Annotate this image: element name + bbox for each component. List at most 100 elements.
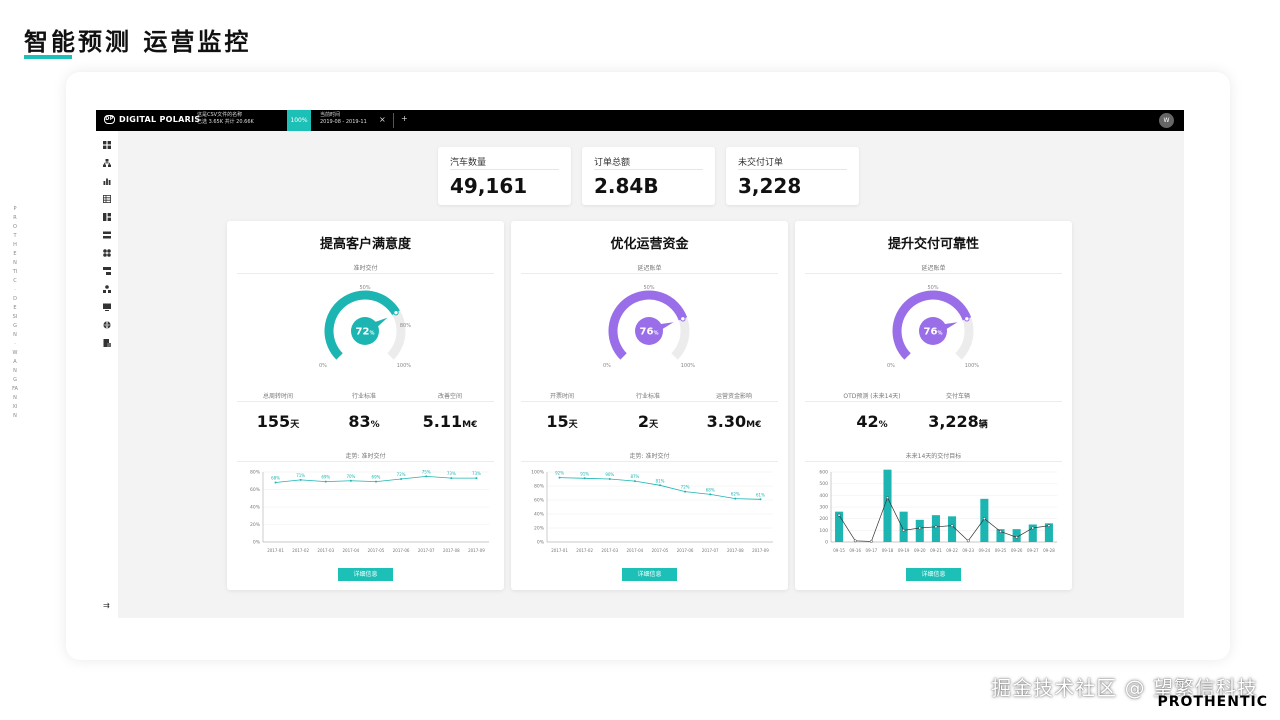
org-icon[interactable] [103,285,111,293]
metric: 总周转时间 155天 [235,391,321,431]
data-label: 73% [472,471,481,476]
process-map-icon[interactable] [103,159,111,167]
divider [521,273,778,274]
flow-icon[interactable] [103,267,111,275]
data-point [633,480,636,483]
metric: 运营资金影响 3.30M€ [691,391,777,431]
metric-number: 155 [256,412,291,431]
x-tick-label: 2017-09 [752,548,769,553]
x-tick-label: 09-26 [1011,548,1023,553]
metric-label: 运营资金影响 [715,393,752,400]
chart-label: 走势: 准时交付 [345,453,386,460]
tab-csv-file[interactable]: 这是CSV文件的名称 已选 3.65K 共计 20.66K [197,112,287,129]
card-customer-satisfaction: 提高客户满意度 准时交付 72% 50% 80% 0% 100% 总周转时间 155天 行业标准 8… [227,221,504,590]
brand-name: DIGITAL POLARIS [119,115,201,124]
x-tick-label: 09-22 [946,548,958,553]
bar [915,519,924,542]
data-label: 70% [346,474,355,479]
report-icon[interactable] [103,339,111,347]
monitor-icon[interactable] [103,303,111,311]
metric-label: OTD预测 (未来14天) [843,393,901,400]
data-label: 87% [630,474,639,479]
x-tick-label: 2017-03 [601,548,618,553]
x-tick-label: 2017-01 [267,548,284,553]
metric-label: 开票时间 [549,393,574,400]
grid-icon[interactable] [103,213,111,221]
close-tab-icon[interactable]: × [379,115,386,124]
details-button[interactable]: 详细信息 [622,568,677,581]
target-point [886,496,889,500]
gauge-knob [964,316,970,322]
y-tick-label: 20% [250,522,261,528]
globe-icon[interactable] [103,321,111,329]
kpi-label: 订单总额 [594,158,631,168]
target-point [1015,535,1019,539]
data-point [349,479,352,482]
divider [521,461,778,462]
kpi-divider [594,169,703,170]
gauge-tick-label: 0% [887,363,895,369]
x-tick-label: 09-25 [995,548,1007,553]
y-tick-label: 60% [534,498,545,504]
data-label: 62% [731,492,740,497]
data-label: 73% [447,471,456,476]
x-tick-label: 09-18 [882,548,894,553]
y-tick-label: 80% [250,470,261,476]
side-vertical-text: PROTHENTIC · DESIGN · WANGFANXIN [12,206,18,419]
data-point [324,480,327,483]
y-tick-label: 400 [819,493,828,499]
target-point [1047,524,1051,528]
brand[interactable]: DP DIGITAL POLARIS [104,115,200,124]
bar [948,516,957,542]
metric-value: 3,228辆 [915,412,1001,431]
gauge-label: 延迟账单 [921,265,946,272]
slide-title: 智能预测 运营监控 [24,28,252,56]
list-icon[interactable] [103,231,111,239]
y-tick-label: 200 [819,516,828,522]
x-tick-label: 09-19 [898,548,910,553]
cluster-icon[interactable] [103,249,111,257]
divider [805,461,1062,462]
tab-time-range[interactable]: 当前时间 2019-08 - 2019-11 [320,112,380,129]
data-point [709,493,712,496]
tab-divider [393,113,394,128]
target-point [950,524,954,528]
metric-unit: M€ [462,420,478,430]
add-tab-button[interactable]: + [401,114,408,123]
data-point [425,475,428,478]
data-label: 75% [422,469,431,474]
target-point [869,539,873,543]
brand-footer-text: PROTHENTIC [1157,694,1268,710]
data-point [299,478,302,481]
dashboard-icon[interactable] [103,141,111,149]
tab-time-detail: 2019-08 - 2019-11 [320,119,367,125]
gauge-tick-label: 0% [319,363,327,369]
data-point [608,478,611,480]
x-tick-label: 2017-07 [702,548,719,553]
divider [237,273,494,274]
y-tick-label: 300 [819,505,828,511]
collapse-sidebar-icon[interactable]: ⇉ [103,601,110,610]
details-button[interactable]: 详细信息 [338,568,393,581]
chart-label: 走势: 准时交付 [629,453,670,460]
y-tick-label: 0% [537,540,545,546]
tab-progress: 100% [287,110,311,131]
bar-chart-icon[interactable] [103,177,111,185]
gauge-tick-label: 100% [397,363,412,369]
table-icon[interactable] [103,195,111,203]
x-tick-label: 2017-02 [292,548,309,553]
y-tick-label: 500 [819,481,828,487]
data-label: 92% [555,471,564,476]
tab-csv-detail: 已选 3.65K 共计 20.66K [197,119,254,125]
details-button[interactable]: 详细信息 [906,568,961,581]
gauge-tick-label: 50% [643,285,654,291]
data-point [375,480,377,483]
avatar[interactable]: W [1159,113,1174,128]
card-title: 提升交付可靠性 [887,237,979,252]
x-tick-label: 2017-06 [393,548,410,553]
metric-unit: 天 [649,420,659,430]
gauge-tick-label: 0% [603,363,611,369]
target-point [982,517,986,521]
gauge-tick-label: 50% [927,285,938,291]
data-point [759,498,762,501]
